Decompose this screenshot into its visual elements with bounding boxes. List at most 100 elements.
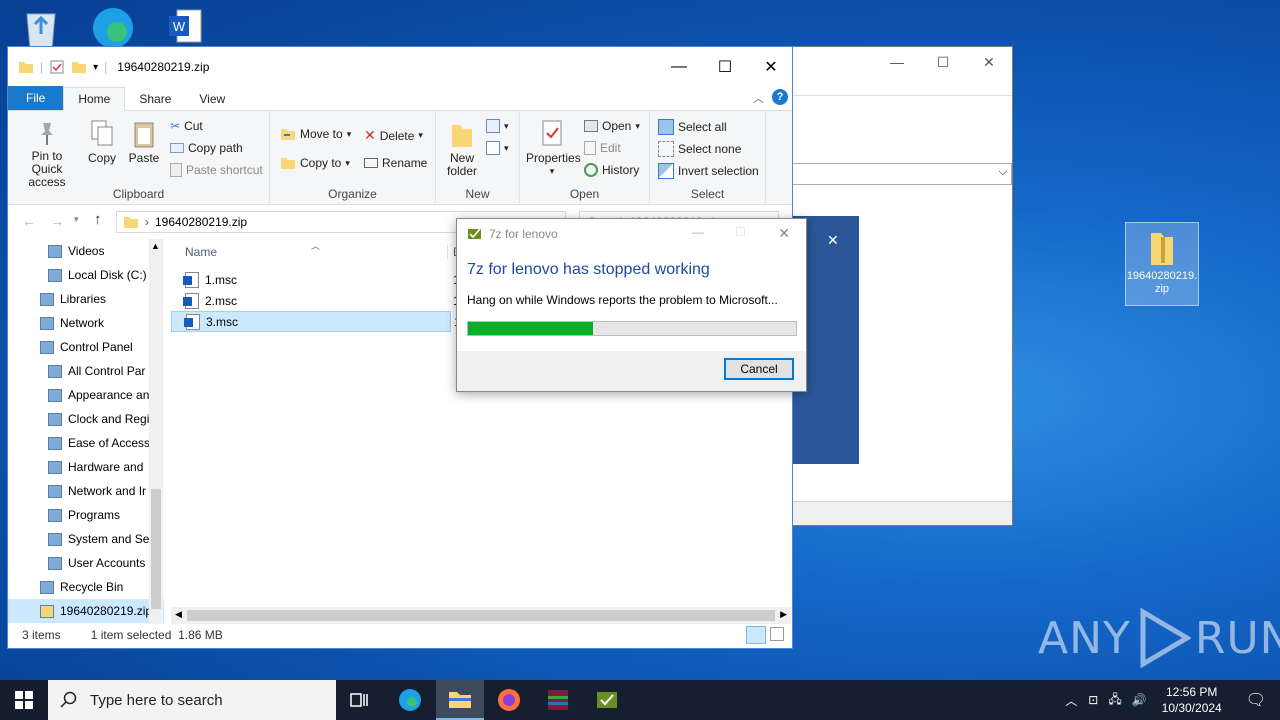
taskbar-edge[interactable]	[386, 680, 434, 720]
meet-now-icon[interactable]: ⊡	[1083, 693, 1103, 707]
sort-up-icon: ︿	[311, 241, 321, 251]
nav-item[interactable]: Ease of Access	[8, 431, 164, 455]
nav-item[interactable]: Libraries	[8, 287, 164, 311]
nav-item[interactable]: System and Sec	[8, 527, 164, 551]
maximize-button[interactable]: ☐	[702, 47, 748, 87]
ribbon-tabs: File Home Share View ︿ ?	[8, 86, 792, 111]
close-button[interactable]: ✕	[748, 47, 794, 87]
delete-button[interactable]: ✕ Delete ▾	[364, 127, 423, 144]
file-row[interactable]: 1.msc10	[171, 269, 466, 290]
paste-shortcut-button[interactable]: Paste shortcut	[170, 163, 263, 177]
nav-item[interactable]: Local Disk (C:)	[8, 263, 164, 287]
nav-item[interactable]: Videos	[8, 239, 164, 263]
properties-button[interactable]: Properties ▾	[526, 119, 581, 178]
paste-button[interactable]: Paste	[124, 119, 164, 165]
large-icons-view-icon[interactable]	[770, 627, 784, 641]
notifications-icon[interactable]: 🗨	[1232, 690, 1280, 710]
breadcrumb[interactable]: 19640280219.zip	[155, 215, 247, 229]
chevron-down-icon[interactable]: ▾	[93, 62, 98, 73]
tab-share[interactable]: Share	[125, 88, 185, 110]
volume-icon[interactable]: 🔊	[1127, 693, 1152, 707]
open-button[interactable]: Open ▾	[584, 119, 640, 133]
file-row[interactable]: 2.msc10	[171, 290, 466, 311]
taskbar-search[interactable]: Type here to search	[48, 680, 336, 720]
cancel-button[interactable]: Cancel	[724, 358, 794, 380]
move-to-button[interactable]: Move to ▾	[280, 127, 351, 141]
up-icon[interactable]: ↑	[94, 211, 102, 228]
easy-access-icon	[486, 141, 500, 155]
new-item-button[interactable]: ▾	[486, 119, 509, 133]
chevron-up-icon[interactable]: ︿	[1059, 692, 1083, 709]
scroll-up-icon[interactable]: ▲	[151, 241, 160, 251]
back-icon[interactable]: ←	[22, 213, 36, 229]
column-name[interactable]: Name	[185, 245, 217, 259]
title-bar[interactable]: | ▾ | 19640280219.zip — ☐ ✕	[8, 47, 792, 87]
tab-file[interactable]: File	[8, 86, 64, 110]
chevron-up-icon[interactable]: ︿	[753, 90, 764, 106]
copy-to-button[interactable]: Copy to ▾	[280, 156, 350, 170]
minimize-icon[interactable]: —	[692, 225, 704, 239]
network-icon[interactable]: 🖧	[1103, 690, 1126, 711]
details-view-icon[interactable]	[746, 626, 766, 644]
select-all-button[interactable]: Select all	[658, 119, 727, 135]
nav-item[interactable]: Network and Ir	[8, 479, 164, 503]
minimize-icon[interactable]: —	[874, 54, 920, 70]
close-icon[interactable]: ✕	[966, 54, 1012, 71]
minimize-button[interactable]: —	[656, 47, 702, 87]
scroll-left-icon[interactable]: ◀	[175, 609, 182, 620]
nav-item[interactable]: 19640280219.zip	[8, 599, 164, 623]
nav-item[interactable]: User Accounts	[8, 551, 164, 575]
history-button[interactable]: History	[584, 163, 639, 177]
nav-item[interactable]: Network	[8, 311, 164, 335]
copy-button[interactable]: Copy	[84, 119, 120, 165]
invert-selection-button[interactable]: Invert selection	[658, 163, 759, 179]
edit-button[interactable]: Edit	[584, 141, 621, 155]
forward-icon[interactable]: →	[50, 213, 64, 229]
nav-item[interactable]: Programs	[8, 503, 164, 527]
maximize-icon[interactable]: ☐	[920, 54, 966, 71]
scroll-right-icon[interactable]: ▶	[780, 609, 787, 620]
nav-scrollbar[interactable]: ▲	[149, 239, 163, 624]
nav-item[interactable]: Control Panel	[8, 335, 164, 359]
new-folder-button[interactable]: New folder	[442, 119, 482, 178]
nav-item-icon	[48, 268, 62, 282]
scrollbar-thumb[interactable]	[187, 610, 775, 621]
recent-locations-icon[interactable]: ▾	[74, 214, 79, 225]
nav-item[interactable]: Hardware and	[8, 455, 164, 479]
edge-desktop-icon[interactable]	[78, 4, 148, 51]
copy-path-button[interactable]: Copy path	[170, 141, 243, 155]
tab-home[interactable]: Home	[63, 87, 126, 111]
nav-item[interactable]: Recycle Bin	[8, 575, 164, 599]
dropdown-field[interactable]: ⌵	[791, 163, 1012, 185]
nav-item-icon	[48, 508, 62, 522]
nav-item[interactable]: Appearance an	[8, 383, 164, 407]
dialog-title-bar[interactable]: 7z for lenovo — ☐ ✕	[457, 219, 806, 249]
start-button[interactable]	[0, 680, 48, 720]
taskbar-error-reporting[interactable]	[583, 680, 631, 720]
taskbar-firefox[interactable]	[485, 680, 533, 720]
scrollbar-thumb[interactable]	[151, 489, 161, 609]
help-icon[interactable]: ?	[772, 89, 788, 105]
zip-desktop-icon[interactable]: 19640280219.zip	[1125, 222, 1199, 306]
rename-button[interactable]: Rename	[364, 156, 427, 170]
tab-view[interactable]: View	[185, 88, 239, 110]
word-desktop-icon[interactable]: W	[150, 6, 220, 49]
task-view-button[interactable]	[336, 680, 384, 720]
easy-access-button[interactable]: ▾	[486, 141, 509, 155]
taskbar-winrar[interactable]	[534, 680, 582, 720]
nav-item-label: Ease of Access	[68, 436, 151, 450]
nav-item[interactable]: All Control Par	[8, 359, 164, 383]
close-icon[interactable]: ✕	[827, 232, 839, 249]
clock[interactable]: 12:56 PM 10/30/2024	[1152, 684, 1232, 716]
new-folder-icon[interactable]	[71, 60, 87, 74]
error-dialog[interactable]: 7z for lenovo — ☐ ✕ 7z for lenovo has st…	[456, 218, 807, 392]
pin-to-quick-access-button[interactable]: Pin to Quick access	[14, 119, 80, 189]
nav-item-icon	[40, 292, 54, 306]
file-row[interactable]: 3.msc10	[171, 311, 467, 332]
taskbar-file-explorer[interactable]	[436, 680, 484, 720]
select-none-button[interactable]: Select none	[658, 141, 741, 157]
nav-item[interactable]: Clock and Regi	[8, 407, 164, 431]
properties-icon[interactable]	[49, 59, 65, 75]
cut-button[interactable]: ✂ Cut	[170, 119, 203, 133]
close-icon[interactable]: ✕	[778, 225, 790, 242]
